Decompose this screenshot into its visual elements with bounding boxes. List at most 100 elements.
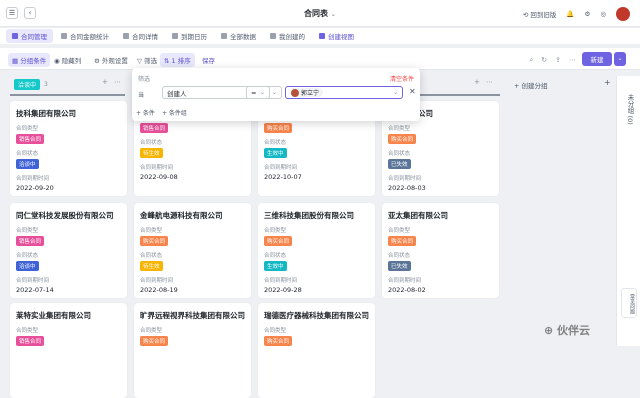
contract-card[interactable]: 亚太集团有限公司 合同类型 购买合同 合同状态 已失效 合同到期时间 2022-08-02 <box>382 203 499 298</box>
tab-contract-details[interactable]: 合同详情 <box>117 29 164 43</box>
add-group-button[interactable]: + 创建分组 <box>514 80 548 90</box>
sort-label: 1 排序 <box>171 57 191 65</box>
plus-icon <box>319 33 325 39</box>
due-label: 合同到期时间 <box>140 165 174 171</box>
company-name: 金峰航电源科技有限公司 <box>140 211 223 220</box>
tab-label: 到期日历 <box>181 33 207 41</box>
contract-card[interactable]: 莱特实业集团有限公司 合同类型 销售合同 <box>10 303 127 398</box>
type-label: 合同类型 <box>140 328 163 334</box>
refresh-icon[interactable]: ↻ <box>541 56 547 65</box>
contract-card[interactable]: 旷界远程视界科技集团有限公司 合同类型 购买合同 <box>134 303 251 398</box>
calendar-icon <box>172 33 178 39</box>
contract-card[interactable]: 技科集团有限公司 合同类型 销售合同 合同状态 洽谈中 合同到期时间 2022-09-20 <box>10 101 127 196</box>
bell-icon[interactable]: 🔔 <box>566 10 574 18</box>
title-text: 合同表 <box>304 9 328 18</box>
top-bar: ☰ ‹ 合同表 ⌄ ⟲ 回到旧版 🔔 ⚙ ◎ <box>0 0 640 27</box>
remove-condition-icon[interactable]: ✕ <box>409 87 416 96</box>
type-label: 合同类型 <box>264 328 287 334</box>
tab-create-view[interactable]: 创建视图 <box>313 29 360 43</box>
column-more-icon[interactable]: ⋯ <box>486 78 493 86</box>
type-label: 合同类型 <box>16 228 39 234</box>
tab-amount-stats[interactable]: 合同金额统计 <box>55 29 115 43</box>
chevron-left-icon[interactable]: ‹ <box>24 7 36 19</box>
due-label: 合同到期时间 <box>388 176 422 182</box>
tab-my-created[interactable]: 我创建的 <box>264 29 311 43</box>
tab-label: 合同详情 <box>132 33 158 41</box>
menu-icon[interactable]: ☰ <box>6 7 18 19</box>
tab-label: 合同管理 <box>21 33 47 41</box>
contract-card[interactable]: 瑞德医疗器械科技集团有限公司 合同类型 购买合同 <box>258 303 375 398</box>
table-icon <box>270 33 276 39</box>
avatar[interactable] <box>616 7 630 21</box>
type-tag: 销售合同 <box>16 236 45 246</box>
save-button[interactable]: 保存 <box>198 53 219 67</box>
column-add-icon[interactable]: + <box>474 78 480 86</box>
group-tag: 洽谈中 <box>14 78 41 90</box>
more-icon[interactable]: ⋯ <box>569 56 576 65</box>
type-label: 合同类型 <box>388 228 411 234</box>
contract-card[interactable]: 三维科技集团股份有限公司 合同类型 购买合同 合同状态 生效中 合同到期时间 2022-09… <box>258 203 375 298</box>
company-name: 同仁堂科技发展股份有限公司 <box>16 211 114 220</box>
due-date: 2022-09-28 <box>264 286 302 294</box>
create-dropdown-icon[interactable]: ⌄ <box>614 52 626 66</box>
add-condition-button[interactable]: + 条件 <box>136 108 155 117</box>
status-tag: 已失效 <box>388 261 411 271</box>
help-button[interactable]: 常见问题 <box>621 288 637 318</box>
compass-icon[interactable]: ◎ <box>600 10 606 18</box>
upload-icon[interactable]: ⇪ <box>555 56 561 65</box>
operator-value: = <box>251 88 257 97</box>
tab-all-data[interactable]: 全部数据 <box>215 29 262 43</box>
contract-card[interactable]: 金峰航电源科技有限公司 合同类型 购买合同 合同状态 待生效 合同到期时间 2022-08-… <box>134 203 251 298</box>
due-label: 合同到期时间 <box>140 278 174 284</box>
type-tag: 购买合同 <box>140 236 169 246</box>
column-divider <box>10 94 125 96</box>
appearance-button[interactable]: ⚙ 外观设置 <box>90 53 132 67</box>
column-more-icon[interactable]: ⋯ <box>114 78 121 86</box>
search-icon[interactable]: ⌕ <box>529 56 533 65</box>
filter-button[interactable]: ▽ 筛选 <box>133 53 161 67</box>
tab-contract-management[interactable]: 合同管理 <box>6 29 53 43</box>
group-condition-button[interactable]: ▦ 分组条件 <box>8 53 51 67</box>
status-label: 合同状态 <box>16 151 39 157</box>
due-label: 合同到期时间 <box>264 165 298 171</box>
due-date: 2022-08-02 <box>388 286 426 294</box>
create-button[interactable]: 新建 <box>582 52 612 66</box>
type-tag: 购买合同 <box>388 134 417 144</box>
company-name: 亚太集团有限公司 <box>388 211 448 220</box>
hide-columns-button[interactable]: ◉ 隐藏列 <box>50 53 85 67</box>
nav-buttons: ☰ ‹ <box>6 7 36 19</box>
settings-icon[interactable]: ⚙ <box>585 10 591 18</box>
due-date: 2022-10-07 <box>264 173 302 181</box>
clear-conditions-button[interactable]: 清空条件 <box>390 74 414 83</box>
view-tabs: 合同管理 合同金额统计 合同详情 到期日历 全部数据 我创建的 创建视图 <box>0 28 640 44</box>
view-label: 外观设置 <box>101 57 128 65</box>
title-caret-icon: ⌄ <box>330 11 336 18</box>
status-tag: 洽谈中 <box>16 159 39 169</box>
filter-operator-select[interactable]: = ⌄ <box>246 86 282 99</box>
company-name: 技科集团有限公司 <box>16 109 76 118</box>
company-name: 瑞德医疗器械科技集团有限公司 <box>264 311 369 320</box>
tab-due-calendar[interactable]: 到期日历 <box>166 29 213 43</box>
return-old-version[interactable]: ⟲ 回到旧版 <box>523 9 557 19</box>
type-tag: 销售合同 <box>140 123 169 133</box>
status-label: 合同状态 <box>140 253 163 259</box>
watermark-text: 伙伴云 <box>557 324 591 337</box>
column-add-icon[interactable]: + <box>102 78 108 86</box>
type-label: 合同类型 <box>140 228 163 234</box>
add-condition-group-button[interactable]: + 条件组 <box>162 108 187 117</box>
sort-button[interactable]: ⇅ 1 排序 <box>160 53 195 67</box>
group-count: 3 <box>44 80 48 88</box>
filter-value-select[interactable]: 郭立宁 ⌄ <box>285 86 403 99</box>
status-tag: 洽谈中 <box>16 261 39 271</box>
status-tag: 已失效 <box>388 159 411 169</box>
hide-label: 隐藏列 <box>61 57 82 65</box>
chevron-down-icon: ⌄ <box>392 89 398 96</box>
status-tag: 生效中 <box>264 261 287 271</box>
filter-label: 筛选 <box>144 57 158 65</box>
status-label: 合同状态 <box>264 253 287 259</box>
page-title[interactable]: 合同表 ⌄ <box>304 8 336 19</box>
tab-label: 创建视图 <box>328 33 354 41</box>
contract-card[interactable]: 同仁堂科技发展股份有限公司 合同类型 销售合同 合同状态 洽谈中 合同到期时间 2022-0… <box>10 203 127 298</box>
filter-when-label: 当 <box>138 92 145 99</box>
side-plus-icon[interactable]: + <box>604 78 611 87</box>
